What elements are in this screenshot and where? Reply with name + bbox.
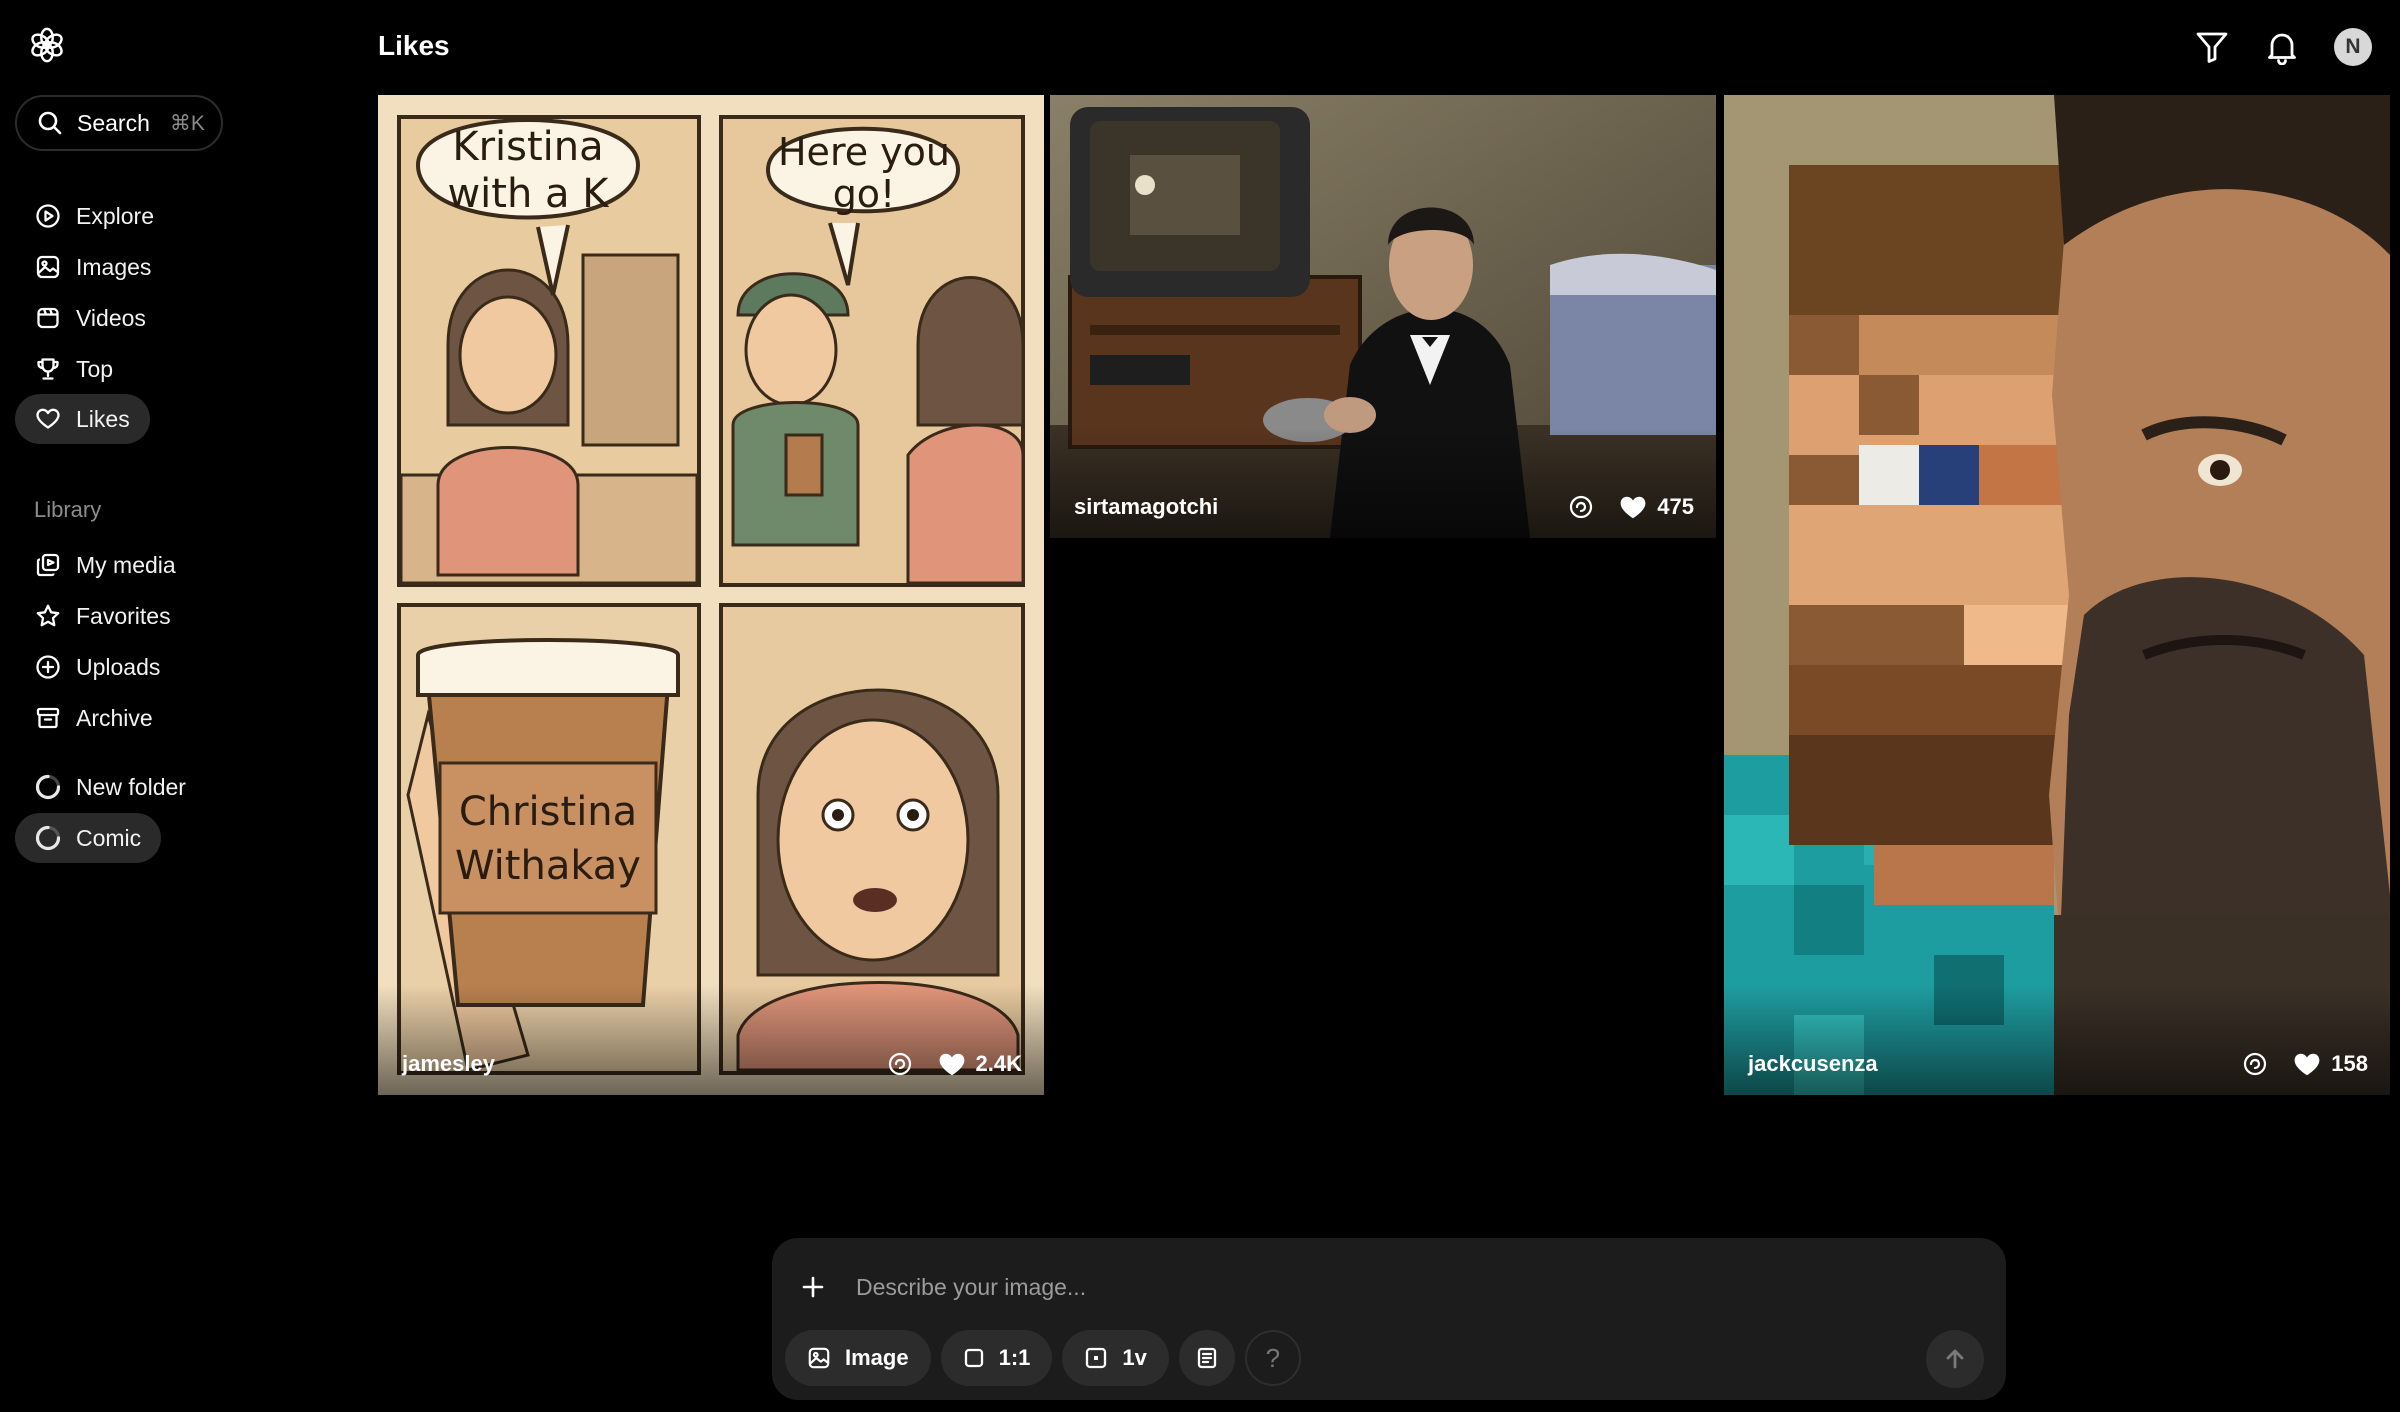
sidebar-item-label: My media	[76, 551, 176, 578]
sidebar-item-label: Top	[76, 355, 114, 382]
sidebar-item-uploads[interactable]: Uploads	[15, 642, 180, 692]
videos-icon	[34, 304, 62, 332]
sidebar-item-label: Explore	[76, 202, 154, 229]
card-username[interactable]: jamesley	[402, 1051, 495, 1077]
aspect-ratio-button[interactable]: 1:1	[940, 1330, 1053, 1386]
pixel-face-image	[1724, 95, 2390, 1095]
like-count: 2.4K	[975, 1051, 1022, 1076]
sidebar-folder-comic[interactable]: Comic	[15, 813, 162, 863]
explore-icon	[34, 202, 62, 230]
card-username[interactable]: sirtamagotchi	[1074, 494, 1218, 520]
remix-icon[interactable]	[1569, 495, 1593, 519]
star-icon	[34, 602, 62, 630]
document-icon	[1195, 1346, 1219, 1370]
notification-bell-icon[interactable]	[2264, 29, 2300, 65]
sidebar-item-label: Videos	[76, 304, 146, 331]
sidebar-item-label: Images	[76, 253, 152, 280]
sidebar-item-top[interactable]: Top	[15, 344, 133, 394]
aspect-label: 1:1	[998, 1345, 1031, 1370]
comic-image: Kristina with a K Here you go! Christina…	[378, 95, 1044, 1095]
my-media-icon	[34, 551, 62, 579]
sidebar-item-likes[interactable]: Likes	[15, 394, 150, 444]
heart-filled-icon	[938, 1051, 966, 1077]
sidebar-item-label: Archive	[76, 704, 153, 731]
variations-label: 1v	[1122, 1345, 1147, 1370]
variations-button[interactable]: 1v	[1062, 1330, 1169, 1386]
page-title: Likes	[378, 30, 450, 61]
presets-button[interactable]	[1178, 1330, 1235, 1386]
remix-icon[interactable]	[2243, 1052, 2267, 1076]
trophy-icon	[34, 355, 62, 383]
avatar[interactable]: N	[2334, 28, 2372, 66]
openai-logo-icon[interactable]	[28, 26, 66, 64]
folder-spinner-icon	[34, 773, 62, 801]
comic-bubble-2-line-2: go!	[833, 172, 896, 216]
sidebar-item-my-media[interactable]: My media	[15, 540, 196, 590]
send-button[interactable]	[1926, 1330, 1984, 1388]
like-button[interactable]: 2.4K	[938, 1051, 1022, 1077]
search-button[interactable]: Search ⌘K	[15, 95, 223, 151]
sidebar-folder-new-folder[interactable]: New folder	[15, 762, 206, 812]
prompt-composer: Image 1:1 1v ?	[772, 1238, 2006, 1400]
sidebar-item-label: New folder	[76, 773, 186, 800]
square-icon	[963, 1347, 985, 1369]
sidebar-item-label: Comic	[76, 824, 142, 851]
add-attachment-icon[interactable]	[798, 1272, 828, 1302]
heart-filled-icon	[1619, 494, 1647, 520]
comic-bubble-1-line-1: Kristina	[452, 124, 603, 170]
feed-card[interactable]: jackcusenza 158	[1724, 95, 2390, 1095]
like-count: 158	[2331, 1051, 2368, 1076]
filter-icon[interactable]	[2194, 29, 2230, 65]
image-mode-icon	[807, 1346, 831, 1370]
comic-cup-line-1: Christina	[459, 789, 637, 835]
comic-bubble-2-line-1: Here you	[778, 130, 950, 174]
search-shortcut: ⌘K	[169, 111, 205, 135]
help-button[interactable]: ?	[1244, 1330, 1301, 1386]
library-heading: Library	[34, 497, 102, 522]
search-label: Search	[77, 109, 150, 136]
folder-spinner-icon	[34, 824, 62, 852]
archive-icon	[34, 704, 62, 732]
heart-icon	[34, 405, 62, 433]
search-icon	[37, 110, 63, 136]
heart-filled-icon	[2293, 1051, 2321, 1077]
upload-icon	[34, 653, 62, 681]
comic-bubble-1-line-2: with a K	[447, 171, 610, 217]
arrow-up-icon	[1942, 1346, 1968, 1372]
mode-label: Image	[845, 1345, 909, 1370]
sidebar-item-videos[interactable]: Videos	[15, 293, 166, 343]
sidebar-item-label: Likes	[76, 405, 130, 432]
sidebar-item-label: Uploads	[76, 653, 161, 680]
like-button[interactable]: 158	[2293, 1051, 2368, 1077]
variations-icon	[1084, 1346, 1108, 1370]
feed-card[interactable]: Kristina with a K Here you go! Christina…	[378, 95, 1044, 1095]
feed-card[interactable]: sirtamagotchi 475	[1050, 95, 1716, 538]
sidebar-item-archive[interactable]: Archive	[15, 693, 173, 743]
prompt-input[interactable]	[854, 1264, 1958, 1310]
remix-icon[interactable]	[888, 1052, 912, 1076]
images-icon	[34, 253, 62, 281]
sidebar-item-images[interactable]: Images	[15, 242, 171, 292]
like-button[interactable]: 475	[1619, 494, 1694, 520]
sidebar-item-label: Favorites	[76, 602, 171, 629]
mode-image-button[interactable]: Image	[785, 1330, 931, 1386]
comic-cup-line-2: Withakay	[455, 843, 641, 889]
like-count: 475	[1657, 494, 1694, 519]
sidebar-item-favorites[interactable]: Favorites	[15, 591, 191, 641]
sidebar-item-explore[interactable]: Explore	[15, 191, 174, 241]
card-username[interactable]: jackcusenza	[1748, 1051, 1878, 1077]
